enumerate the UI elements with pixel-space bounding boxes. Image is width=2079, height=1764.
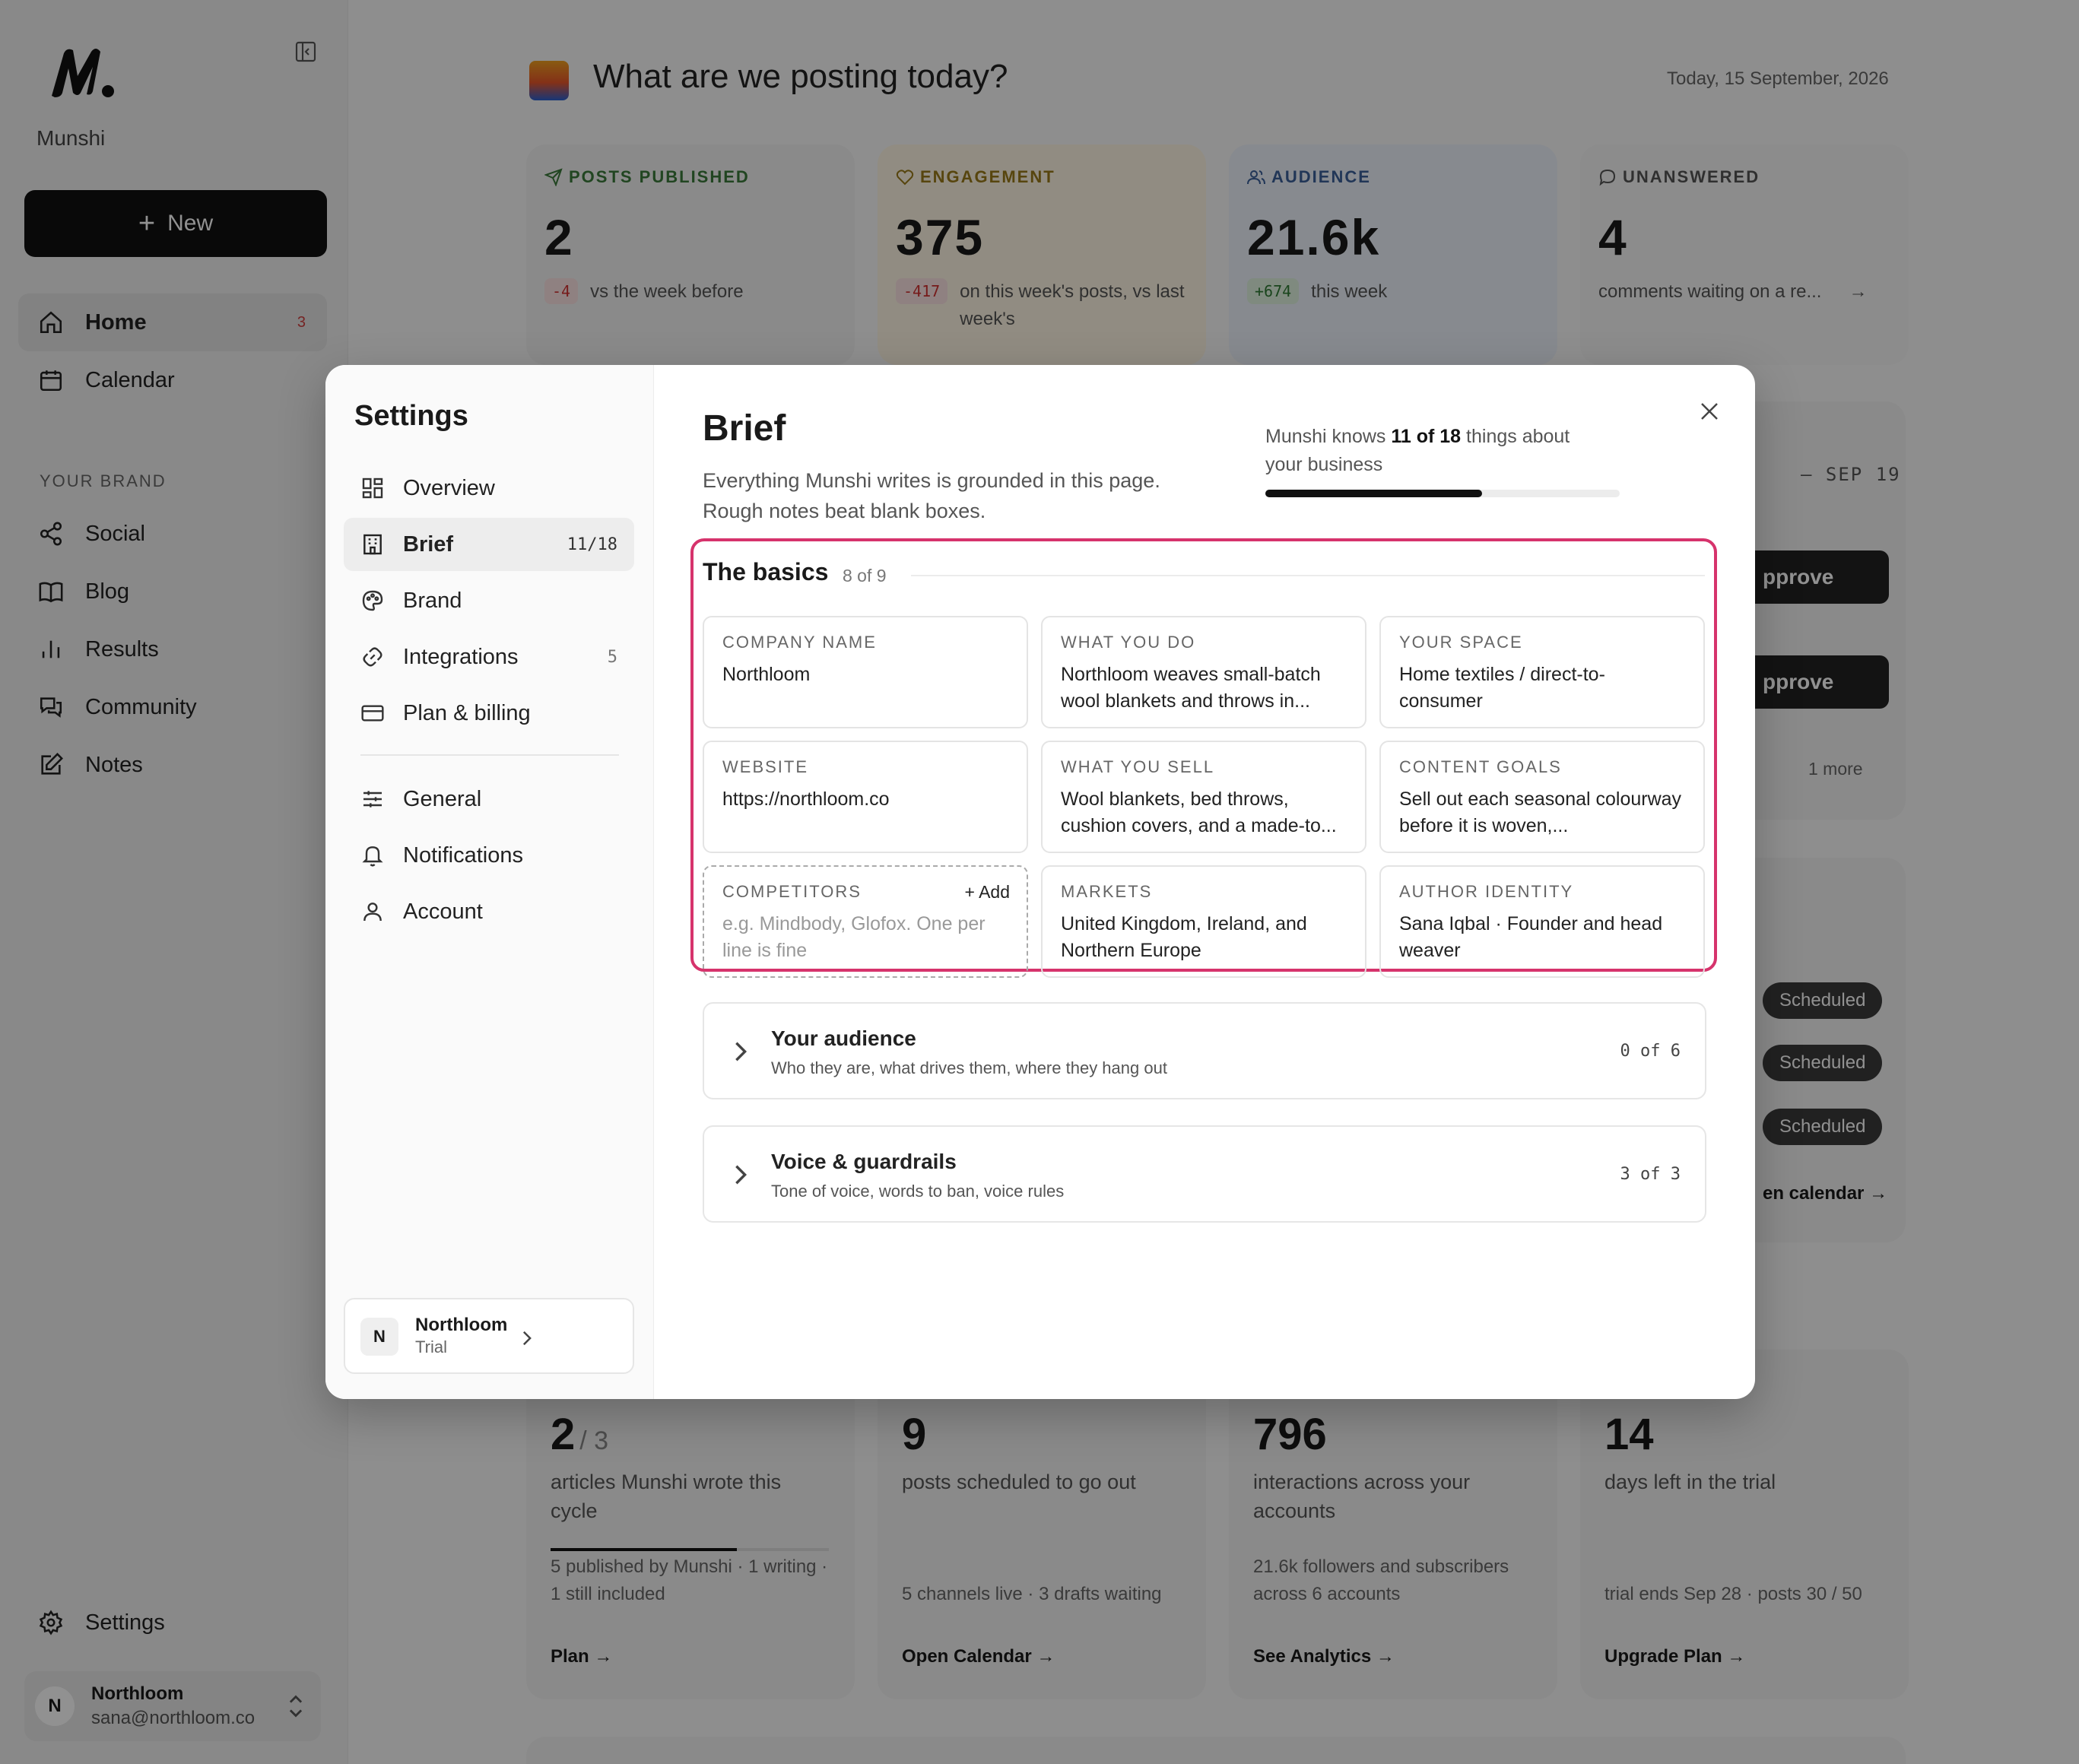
field-company-name[interactable]: COMPANY NAME Northloom [703,616,1028,728]
competitors-placeholder: e.g. Mindbody, Glofox. One per line is f… [722,913,986,961]
nav-divider [360,754,619,756]
basics-title: The basics [703,558,829,585]
settings-nav-label: Plan & billing [403,700,531,725]
settings-nav-brand[interactable]: Brand [344,574,634,627]
brief-knowledge-text: Munshi knows 11 of 18 things about your … [1265,426,1570,475]
field-content-goals[interactable]: CONTENT GOALS Sell out each seasonal col… [1379,741,1705,853]
user-icon [363,903,382,922]
brief-title: Brief [703,408,786,449]
field-competitors[interactable]: COMPETITORS + Add e.g. Mindbody, Glofox.… [703,865,1028,978]
settings-modal: Settings Overview Brief 11/18 Brand Inte… [325,365,1755,1399]
settings-nav-label: General [403,786,482,811]
brief-count: 11/18 [567,535,617,554]
settings-nav-plan-billing[interactable]: Plan & billing [344,687,634,740]
basics-count: 8 of 9 [843,566,887,585]
section-title: Your audience [771,1026,916,1050]
settings-nav-label: Brief [403,531,454,557]
section-subtitle: Who they are, what drives them, where th… [771,1058,1167,1077]
brief-description: Everything Munshi writes is grounded in … [703,469,1160,522]
field-what-you-do[interactable]: WHAT YOU DO Northloom weaves small-batch… [1041,616,1366,728]
chevron-right-icon [735,1165,747,1185]
field-website[interactable]: WEBSITE https://northloom.co [703,741,1028,853]
close-icon[interactable] [1698,400,1721,423]
settings-nav-general[interactable]: General [344,773,634,826]
settings-title: Settings [354,400,468,432]
settings-nav-notifications[interactable]: Notifications [344,829,634,882]
settings-nav-label: Overview [403,475,495,500]
section-count: 3 of 3 [1620,1165,1681,1184]
settings-nav-label: Integrations [403,644,519,669]
settings-nav-overview[interactable]: Overview [344,462,634,515]
sliders-icon [363,791,382,807]
workspace-plan: Trial [415,1337,447,1356]
section-count: 0 of 6 [1620,1042,1681,1061]
field-author-identity[interactable]: AUTHOR IDENTITY Sana Iqbal · Founder and… [1379,865,1705,978]
workspace-switcher[interactable]: N Northloom Trial [344,1298,634,1374]
chevron-right-icon [735,1042,747,1061]
add-competitor-button[interactable]: + Add [965,882,1010,903]
settings-nav-account[interactable]: Account [344,885,634,938]
section-subtitle: Tone of voice, words to ban, voice rules [771,1182,1065,1201]
section-title: Voice & guardrails [771,1150,957,1173]
bell-icon [362,846,383,867]
field-markets[interactable]: MARKETS United Kingdom, Ireland, and Nor… [1041,865,1366,978]
workspace-name: Northloom [415,1315,508,1335]
field-what-you-sell[interactable]: WHAT YOU SELL Wool blankets, bed throws,… [1041,741,1366,853]
settings-nav-label: Brand [403,588,462,613]
settings-nav-label: Account [403,899,483,924]
section-voice-guardrails[interactable]: Voice & guardrails Tone of voice, words … [703,1125,1706,1223]
settings-nav-integrations[interactable]: Integrations 5 [344,630,634,684]
building-icon [363,534,382,555]
section-your-audience[interactable]: Your audience Who they are, what drives … [703,1002,1706,1099]
basics-divider [911,575,1705,576]
settings-nav-label: Notifications [403,842,523,868]
link-icon [363,647,382,667]
integrations-count: 5 [607,647,617,667]
field-your-space[interactable]: YOUR SPACE Home textiles / direct-to-con… [1379,616,1705,728]
settings-nav-brief[interactable]: Brief 11/18 [344,518,634,571]
grid-icon [362,477,383,499]
brief-progress-bar [1265,490,1620,497]
settings-sidebar: Settings Overview Brief 11/18 Brand Inte… [325,365,654,1399]
palette-icon [362,590,383,611]
workspace-avatar: N [360,1318,398,1356]
chevron-right-icon [522,1331,532,1346]
credit-card-icon [361,705,384,722]
